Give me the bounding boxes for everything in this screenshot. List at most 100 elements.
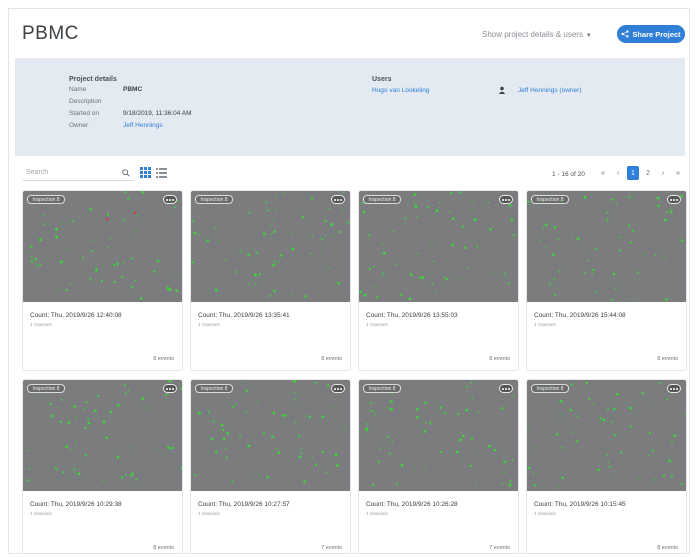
user-link[interactable]: Hugo van Lookeling [372,87,429,94]
project-details-panel: Project details Name PBMC Description St… [15,58,685,156]
share-project-button[interactable]: Share Project [617,25,685,43]
card-subtitle: 4 channels [534,322,556,327]
page-next-button[interactable]: › [657,166,669,180]
page-last-button[interactable]: » [672,166,684,180]
more-options-icon[interactable] [331,195,345,204]
inspection-badge: Inspection 8 [195,195,233,204]
experiment-card[interactable]: Inspection 8 Count: Thu, 2019/9/26 13:35:… [190,190,351,371]
app-frame: PBMC Show project details & users ▾ Shar… [8,8,690,554]
inspection-badge: Inspection 8 [363,384,401,393]
card-subtitle: 4 channels [366,322,388,327]
owner-link[interactable]: Jeff Hennings [123,122,163,129]
detail-row-name: Name PBMC [69,86,142,93]
card-title: Count: Thu, 2019/9/26 12:40:08 [30,312,122,319]
search-icon [122,168,130,177]
microscopy-thumbnail: Inspection 8 [191,191,350,302]
detail-row-owner: Owner Jeff Hennings [69,122,163,129]
experiment-card[interactable]: Inspection 8 Count: Thu, 2019/9/26 10:27:… [190,379,351,553]
inspection-badge: Inspection 8 [531,195,569,204]
microscopy-thumbnail: Inspection 8 [527,191,686,302]
experiment-card[interactable]: Inspection 8 Count: Thu, 2019/9/26 10:29:… [22,379,183,553]
microscopy-thumbnail: Inspection 8 [359,380,518,491]
detail-row-description: Description [69,98,123,105]
user-icon [498,86,506,94]
inspection-badge: Inspection 8 [27,195,65,204]
more-options-icon[interactable] [667,384,681,393]
cells-overlay [26,380,182,482]
page-prev-button[interactable]: ‹ [612,166,624,180]
experiment-card[interactable]: Inspection 8 Count: Thu, 2019/9/26 10:26:… [358,379,519,553]
cells-overlay [527,382,686,489]
experiment-card[interactable]: Inspection 8 Count: Thu, 2019/9/26 10:15:… [526,379,687,553]
card-subtitle: 4 channels [534,511,556,516]
card-title: Count: Thu, 2019/9/26 13:55:03 [366,312,458,319]
inspection-badge: Inspection 8 [195,384,233,393]
search-placeholder: Search [26,169,49,176]
card-events-count: 7 events [489,545,510,551]
detail-key: Started on [69,110,99,117]
inspection-badge: Inspection 8 [363,195,401,204]
page-first-button[interactable]: « [597,166,609,180]
experiment-card[interactable]: Inspection 8 Count: Thu, 2019/9/26 13:55:… [358,190,519,371]
more-options-icon[interactable] [163,384,177,393]
card-title: Count: Thu, 2019/9/26 13:35:41 [198,312,290,319]
toolbar: Search 1 - 16 of 20 « ‹ 1 2 › » [9,161,689,185]
cells-overlay [26,191,180,300]
more-options-icon[interactable] [499,384,513,393]
card-events-count: 7 events [321,545,342,551]
card-subtitle: 4 channels [366,511,388,516]
detail-key: Name [69,86,87,93]
card-title: Count: Thu, 2019/9/26 10:27:57 [198,501,290,508]
list-view-icon[interactable] [156,167,167,178]
card-events-count: 8 events [321,356,342,362]
card-title: Count: Thu, 2019/9/26 10:15:45 [534,501,626,508]
detail-row-started: Started on 9/18/2019, 11:36:04 AM [69,110,192,117]
card-events-count: 8 events [153,356,174,362]
users-title: Users [372,76,392,83]
card-subtitle: 4 channels [30,511,52,516]
card-title: Count: Thu, 2019/9/26 10:29:38 [30,501,122,508]
grid-view-icon[interactable] [140,167,151,178]
cells-overlay [191,191,350,298]
user-link-owner[interactable]: Jeff Hennings (owner) [518,87,581,94]
show-details-label: Show project details & users [482,30,583,39]
card-subtitle: 4 channels [30,322,52,327]
cells-overlay [527,194,684,301]
card-subtitle: 4 channels [198,511,220,516]
results-range: 1 - 16 of 20 [552,171,585,178]
card-events-count: 8 events [657,545,678,551]
more-options-icon[interactable] [667,195,681,204]
detail-value: 9/18/2019, 11:36:04 AM [123,110,192,117]
card-title: Count: Thu, 2019/9/26 10:26:28 [366,501,458,508]
search-input[interactable]: Search [23,165,133,181]
microscopy-thumbnail: Inspection 8 [23,380,182,491]
cells-overlay [359,191,515,301]
experiment-card[interactable]: Inspection 8 Count: Thu, 2019/9/26 15:44:… [526,190,687,371]
cells-overlay [194,380,345,483]
more-options-icon[interactable] [331,384,345,393]
inspection-badge: Inspection 8 [27,384,65,393]
share-icon [621,30,629,38]
microscopy-thumbnail: Inspection 8 [527,380,686,491]
detail-key: Description [69,98,102,105]
card-events-count: 8 events [657,356,678,362]
more-options-icon[interactable] [163,195,177,204]
microscopy-thumbnail: Inspection 8 [23,191,182,302]
detail-key: Owner [69,122,89,129]
experiment-card[interactable]: Inspection 8 Count: Thu, 2019/9/26 12:40:… [22,190,183,371]
microscopy-thumbnail: Inspection 8 [359,191,518,302]
card-events-count: 8 events [153,545,174,551]
card-title: Count: Thu, 2019/9/26 15:44:08 [534,312,626,319]
pagination: « ‹ 1 2 › » [597,166,684,180]
detail-value: PBMC [123,86,143,93]
chevron-down-icon: ▾ [586,31,591,39]
show-details-toggle[interactable]: Show project details & users ▾ [482,30,590,39]
more-options-icon[interactable] [499,195,513,204]
header: PBMC Show project details & users ▾ Shar… [9,9,689,57]
page-1-button[interactable]: 1 [627,166,639,180]
share-project-label: Share Project [632,29,681,39]
cells-overlay [365,381,514,487]
card-subtitle: 4 channels [198,322,220,327]
page-title: PBMC [22,23,79,44]
page-2-button[interactable]: 2 [642,166,654,180]
